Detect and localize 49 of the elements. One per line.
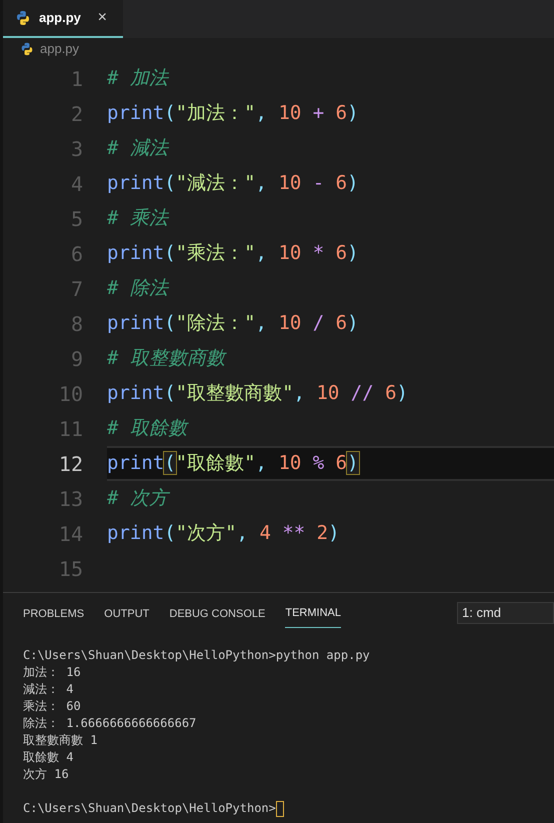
terminal-line: 減法： 4 xyxy=(23,681,74,698)
line-number: 13 xyxy=(58,486,83,512)
panel-tab[interactable]: TERMINAL xyxy=(285,600,341,628)
code-line: # 加法 xyxy=(107,66,170,92)
code-line: print("加法：", 10 + 6) xyxy=(107,101,360,126)
code-line: # 取餘數 xyxy=(107,416,190,442)
terminal-cursor xyxy=(276,800,284,816)
line-number: 15 xyxy=(58,556,83,582)
line-number: 12 xyxy=(58,450,83,478)
line-number: 2 xyxy=(70,100,83,128)
line-number: 14 xyxy=(58,520,83,548)
code-line: print("次方", 4 ** 2) xyxy=(107,521,341,546)
line-number: 11 xyxy=(58,416,83,442)
python-logo-icon xyxy=(15,10,31,26)
editor-tab[interactable]: app.py × xyxy=(3,0,123,38)
line-number: 8 xyxy=(70,310,83,338)
panel-tab[interactable]: DEBUG CONSOLE xyxy=(169,600,266,628)
terminal-line: C:\Users\Shuan\Desktop\HelloPython>python app.py xyxy=(23,647,370,664)
terminal-line: 除法： 1.6666666666666667 xyxy=(23,715,196,732)
breadcrumb[interactable]: app.py xyxy=(40,39,80,59)
close-icon[interactable]: × xyxy=(98,6,107,30)
code-line: # 除法 xyxy=(107,276,170,302)
code-line: # 乘法 xyxy=(107,206,170,232)
code-line: # 減法 xyxy=(107,136,170,162)
line-number: 4 xyxy=(70,170,83,198)
code-line: print("除法：", 10 / 6) xyxy=(107,311,360,336)
line-number: 10 xyxy=(58,380,83,408)
code-line: print("取整數商數", 10 // 6) xyxy=(107,381,409,406)
line-number: 5 xyxy=(70,206,83,232)
terminal-line: 次方 16 xyxy=(23,766,69,783)
terminal-line: 乘法： 60 xyxy=(23,698,81,715)
panel-tab[interactable]: PROBLEMS xyxy=(23,600,84,628)
code-line: print("乘法：", 10 * 6) xyxy=(107,241,360,266)
line-number: 9 xyxy=(70,346,83,372)
terminal-prompt: C:\Users\Shuan\Desktop\HelloPython> xyxy=(23,800,276,817)
tab-label: app.py xyxy=(39,9,82,28)
terminal-line: 取餘數 4 xyxy=(23,749,74,766)
panel-tab[interactable]: OUTPUT xyxy=(104,600,150,628)
python-logo-icon xyxy=(20,42,34,56)
line-number: 7 xyxy=(70,276,83,302)
line-number: 6 xyxy=(70,240,83,268)
terminal-line: 加法： 16 xyxy=(23,664,81,681)
line-number: 3 xyxy=(70,136,83,162)
code-line: # 次方 xyxy=(107,486,171,512)
code-line: print("減法：", 10 - 6) xyxy=(107,171,360,196)
code-line: # 取整數商數 xyxy=(107,346,228,372)
terminal-dropdown[interactable]: 1: cmd xyxy=(457,602,554,624)
line-number: 1 xyxy=(70,66,83,92)
terminal-line: 取整數商數 1 xyxy=(23,732,98,749)
